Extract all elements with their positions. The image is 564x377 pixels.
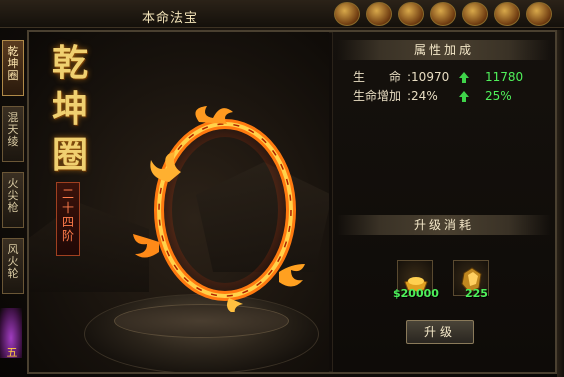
flaming-ring-artifact: [129, 102, 329, 314]
upgrade-button[interactable]: 升级: [406, 320, 474, 344]
attribute-row-hp: 生 命 :10970 11780: [353, 68, 553, 86]
toolbar-icon-3[interactable]: [398, 2, 424, 26]
attribute-next-value: 25%: [485, 89, 512, 103]
gold-cost-amount: $20000: [393, 287, 439, 300]
window-right-edge: [557, 30, 564, 377]
toolbar-icon-4[interactable]: [430, 2, 456, 26]
attribute-next-value: 11780: [485, 70, 524, 84]
artifact-stage-badge: 二十四阶: [56, 182, 80, 256]
attributes-title: 属性加成: [337, 40, 551, 60]
attribute-label: 生 命: [353, 70, 402, 84]
window-title: 本命法宝: [141, 11, 198, 26]
game-scene: 本命法宝 乾坤圈 混天绫 火尖枪 风火轮 五 乾坤圈 二十四阶 属性加成 生 命…: [0, 0, 564, 377]
artifact-display-panel: 乾坤圈 二十四阶: [29, 32, 329, 372]
side-tab-label: 风火轮: [7, 243, 19, 280]
ore-cost-amount: 225: [465, 287, 488, 300]
side-tab-label: 乾坤圈: [7, 45, 19, 82]
artifact-name: 乾坤圈: [51, 42, 88, 176]
up-arrow-icon: [459, 72, 469, 83]
top-toolbar: [0, 0, 564, 28]
attribute-label: 生命增加: [353, 89, 402, 103]
side-tab-label: 火尖枪: [7, 177, 19, 214]
side-bottom-text: 五: [6, 346, 18, 359]
attribute-value: :24%: [407, 89, 438, 103]
toolbar-icon-6[interactable]: [494, 2, 520, 26]
up-arrow-icon: [459, 91, 469, 102]
attribute-row-hp-bonus: 生命增加 :24% 25%: [353, 87, 553, 105]
side-tab-huntianling[interactable]: 混天绫: [2, 106, 24, 162]
side-tab-list: 乾坤圈 混天绫 火尖枪 风火轮: [2, 40, 24, 304]
side-tab-fenghuolun[interactable]: 风火轮: [2, 238, 24, 294]
info-panel: 属性加成 生 命 :10970 11780 生命增加 :24% 25% 升级消耗…: [332, 32, 555, 372]
toolbar-icon-1[interactable]: [334, 2, 360, 26]
toolbar-icon-7[interactable]: [526, 2, 552, 26]
upgrade-cost-title: 升级消耗: [337, 215, 551, 235]
toolbar-icon-5[interactable]: [462, 2, 488, 26]
side-tab-label: 混天绫: [7, 111, 19, 148]
toolbar-icon-2[interactable]: [366, 2, 392, 26]
side-tab-qiankunquan[interactable]: 乾坤圈: [2, 40, 24, 96]
side-tab-huojianqiang[interactable]: 火尖枪: [2, 172, 24, 228]
attribute-value: :10970: [407, 70, 450, 84]
